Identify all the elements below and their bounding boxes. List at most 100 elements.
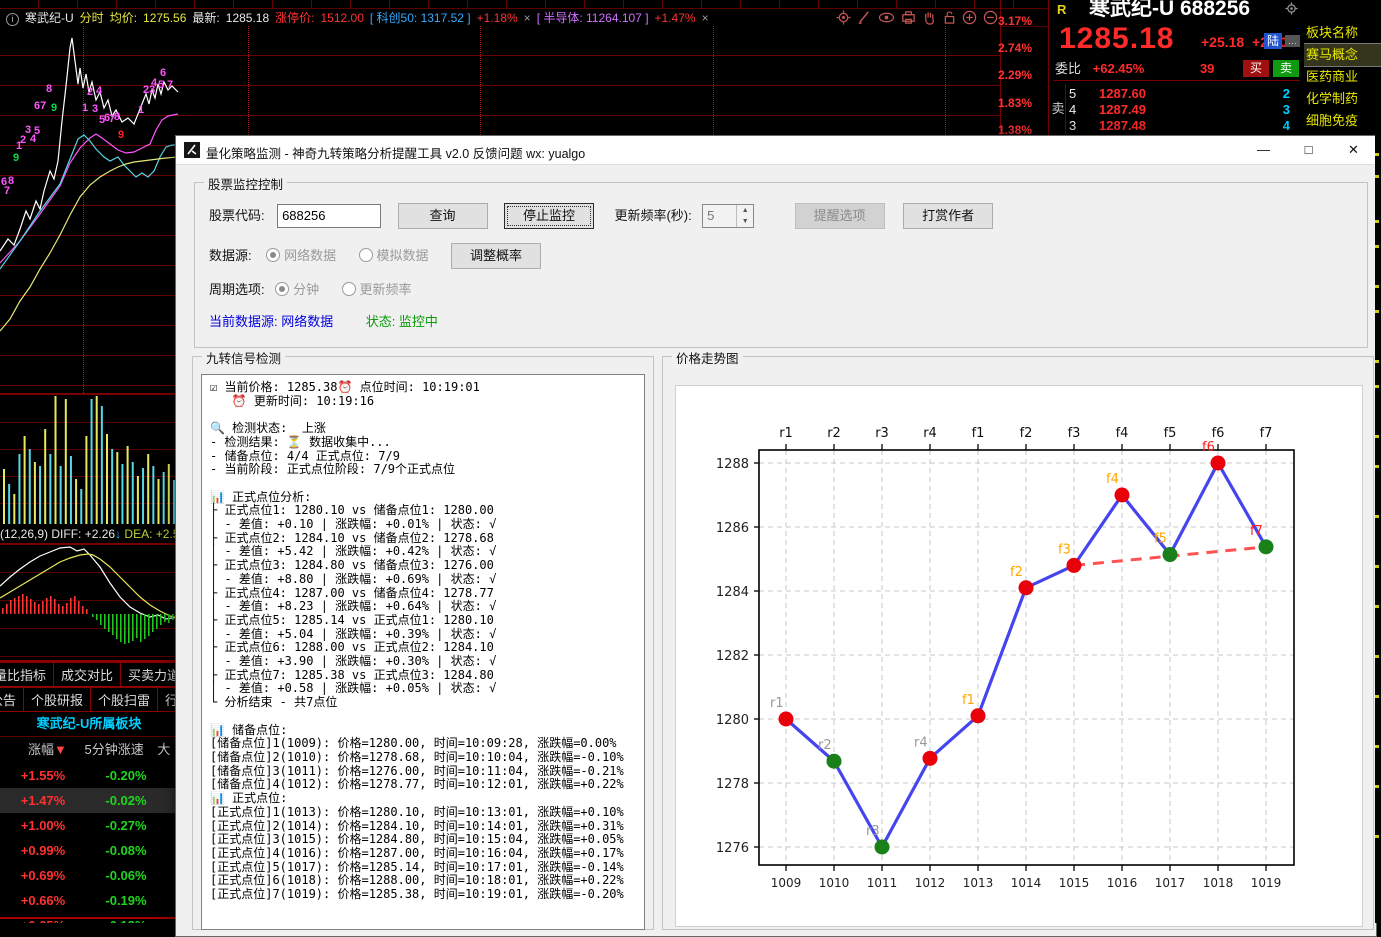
- close-index2-icon[interactable]: ×: [702, 11, 709, 25]
- radio-update-freq[interactable]: 更新频率: [342, 281, 430, 298]
- board-row[interactable]: +1.00%-0.27%: [0, 813, 178, 838]
- stock-code-input[interactable]: [277, 204, 381, 228]
- board-row[interactable]: +0.66%-0.19%: [0, 888, 178, 913]
- svg-text:1009: 1009: [771, 876, 802, 890]
- price-change: +25.18: [1201, 34, 1244, 50]
- printer-icon[interactable]: [901, 10, 916, 25]
- svg-text:1282: 1282: [716, 649, 749, 664]
- minimize-button[interactable]: —: [1241, 136, 1286, 164]
- stop-monitor-button[interactable]: 停止监控: [504, 203, 594, 229]
- svg-text:f3: f3: [1068, 426, 1081, 441]
- svg-text:1010: 1010: [819, 876, 850, 890]
- turn-signal-number: 9: [118, 129, 124, 141]
- point-label: f5: [1154, 532, 1167, 547]
- board-row[interactable]: +1.55%-0.20%: [0, 763, 178, 788]
- dea-value: DEA: +2.5: [124, 527, 178, 541]
- turn-signal-number: 1: [82, 102, 88, 114]
- svg-text:r1: r1: [779, 426, 793, 441]
- point-label: f4: [1106, 472, 1119, 487]
- tab-个股扫雷[interactable]: 个股扫雷: [90, 687, 158, 712]
- point-label: f6: [1202, 440, 1215, 455]
- sector-item[interactable]: 细胞免疫: [1304, 110, 1381, 132]
- spinner-arrows[interactable]: ▲▼: [736, 205, 753, 227]
- turn-signal-number: 4: [96, 85, 102, 97]
- mode-label[interactable]: 分时: [80, 11, 104, 25]
- zoom-out-icon[interactable]: [983, 10, 998, 25]
- tab-成交对比[interactable]: 成交对比: [53, 662, 121, 687]
- turn-signal-number: 7: [167, 79, 173, 91]
- right-edge-sliver: [1375, 135, 1381, 923]
- down-arrow-icon: ↓: [115, 527, 121, 541]
- info-icon: i: [6, 13, 19, 26]
- index1[interactable]: [ 科创50: 1317.52 ]: [370, 11, 471, 25]
- point-label: r2: [818, 738, 832, 753]
- buy-button[interactable]: 买: [1243, 60, 1269, 77]
- dialog-title: 量化策略监测 - 神奇九转策略分析提醒工具 v2.0 反馈问题 wx: yual…: [206, 143, 585, 162]
- hand-icon[interactable]: [922, 10, 937, 25]
- radio-sim-data[interactable]: 模拟数据: [359, 247, 447, 264]
- sector-header[interactable]: 板块名称: [1304, 22, 1381, 44]
- turn-signal-number: 9: [51, 102, 57, 114]
- price-chart-group: 价格走势图 12761278128012821284128612881009r1…: [662, 356, 1374, 930]
- board-rows: +1.55%-0.20%+1.47%-0.02%+1.00%-0.27%+0.9…: [0, 763, 178, 923]
- query-button[interactable]: 查询: [398, 203, 488, 229]
- board-row[interactable]: +0.99%-0.08%: [0, 838, 178, 863]
- turn-signal-number: 8: [46, 83, 52, 95]
- index2[interactable]: [ 半导体: 11264.107 ]: [537, 11, 649, 25]
- signal-log[interactable]: ☑ 当前价格: 1285.38⏰ 点位时间: 10:19:01 ⏰ 更新时间: …: [201, 374, 645, 930]
- more-icon[interactable]: …: [1285, 35, 1300, 47]
- sort-desc-icon[interactable]: ▼: [54, 742, 67, 757]
- weibi-row: 委比 +62.45% 39 买 卖: [1053, 58, 1300, 81]
- sector-item[interactable]: 赛马概念: [1304, 44, 1381, 66]
- sell-button[interactable]: 卖: [1273, 60, 1299, 77]
- quote-gear-icon[interactable]: [1285, 2, 1298, 20]
- svg-text:1276: 1276: [716, 841, 749, 856]
- board-row[interactable]: +0.69%-0.06%: [0, 863, 178, 888]
- limit-price: 1512.00: [321, 11, 364, 25]
- sell-queue-row: 51287.602: [1067, 86, 1302, 102]
- freq-label: 更新频率(秒):: [614, 208, 691, 223]
- stock-name: 寒武纪-U: [25, 11, 74, 25]
- radio-minute[interactable]: 分钟: [275, 281, 337, 298]
- sector-column: 板块名称 赛马概念医药商业化学制药细胞免疫海南: [1304, 0, 1381, 135]
- donate-button[interactable]: 打赏作者: [903, 203, 993, 229]
- svg-text:r3: r3: [875, 426, 889, 441]
- zoom-in-icon[interactable]: [962, 10, 977, 25]
- last-price: 1285.18: [226, 11, 269, 25]
- gear-icon[interactable]: [836, 10, 851, 25]
- sector-item[interactable]: 化学制药: [1304, 88, 1381, 110]
- tab-个股研报[interactable]: 个股研报: [23, 687, 91, 712]
- tab-量比指标[interactable]: 量比指标: [0, 662, 54, 687]
- sector-item[interactable]: 医药商业: [1304, 66, 1381, 88]
- signal-number-marks: 86793524196872413567891234567: [0, 26, 180, 392]
- turn-signal-number: 6: [160, 67, 166, 79]
- current-price: 1285.18: [1059, 22, 1174, 56]
- svg-text:1019: 1019: [1251, 876, 1282, 890]
- close-index1-icon[interactable]: ×: [524, 11, 531, 25]
- sell-queue-row: 31287.484: [1067, 118, 1302, 134]
- pen-icon[interactable]: [857, 10, 872, 25]
- turn-signal-number: 67: [34, 100, 46, 112]
- remind-options-button: 提醒选项: [795, 203, 885, 229]
- point-label: f1: [962, 693, 975, 708]
- axis-percent: 2.29%: [998, 68, 1046, 83]
- maximize-button[interactable]: □: [1286, 136, 1331, 164]
- tab-公告[interactable]: 公告: [0, 687, 24, 712]
- radio-network-data[interactable]: 网络数据: [266, 247, 354, 264]
- eye-icon[interactable]: [878, 10, 895, 25]
- board-row[interactable]: +1.47%-0.02%: [0, 788, 178, 813]
- lock-icon[interactable]: [943, 10, 956, 25]
- sector-board-panel: 量比指标成交对比买卖力道 公告个股研报个股扫雷行业 寒武纪-U所属板块 涨幅▼ …: [0, 662, 178, 923]
- close-button[interactable]: ✕: [1331, 136, 1376, 164]
- freq-spinner[interactable]: 5 ▲▼: [702, 204, 754, 228]
- svg-text:1011: 1011: [867, 876, 898, 890]
- svg-text:f5: f5: [1164, 426, 1177, 441]
- price-trend-chart: 12761278128012821284128612881009r11010r2…: [675, 385, 1363, 927]
- quote-panel: R 寒武纪-U 688256 1285.18 +25.18 +2.00% 陆 ……: [1048, 0, 1305, 135]
- axis-percent: 3.17%: [998, 14, 1046, 29]
- adjust-probability-button[interactable]: 调整概率: [451, 243, 541, 269]
- dialog-titlebar[interactable]: 量化策略监测 - 神奇九转策略分析提醒工具 v2.0 反馈问题 wx: yual…: [176, 136, 1376, 165]
- tab-买卖力道[interactable]: 买卖力道: [120, 662, 178, 687]
- point-label: f7: [1250, 524, 1263, 539]
- svg-text:1016: 1016: [1107, 876, 1138, 890]
